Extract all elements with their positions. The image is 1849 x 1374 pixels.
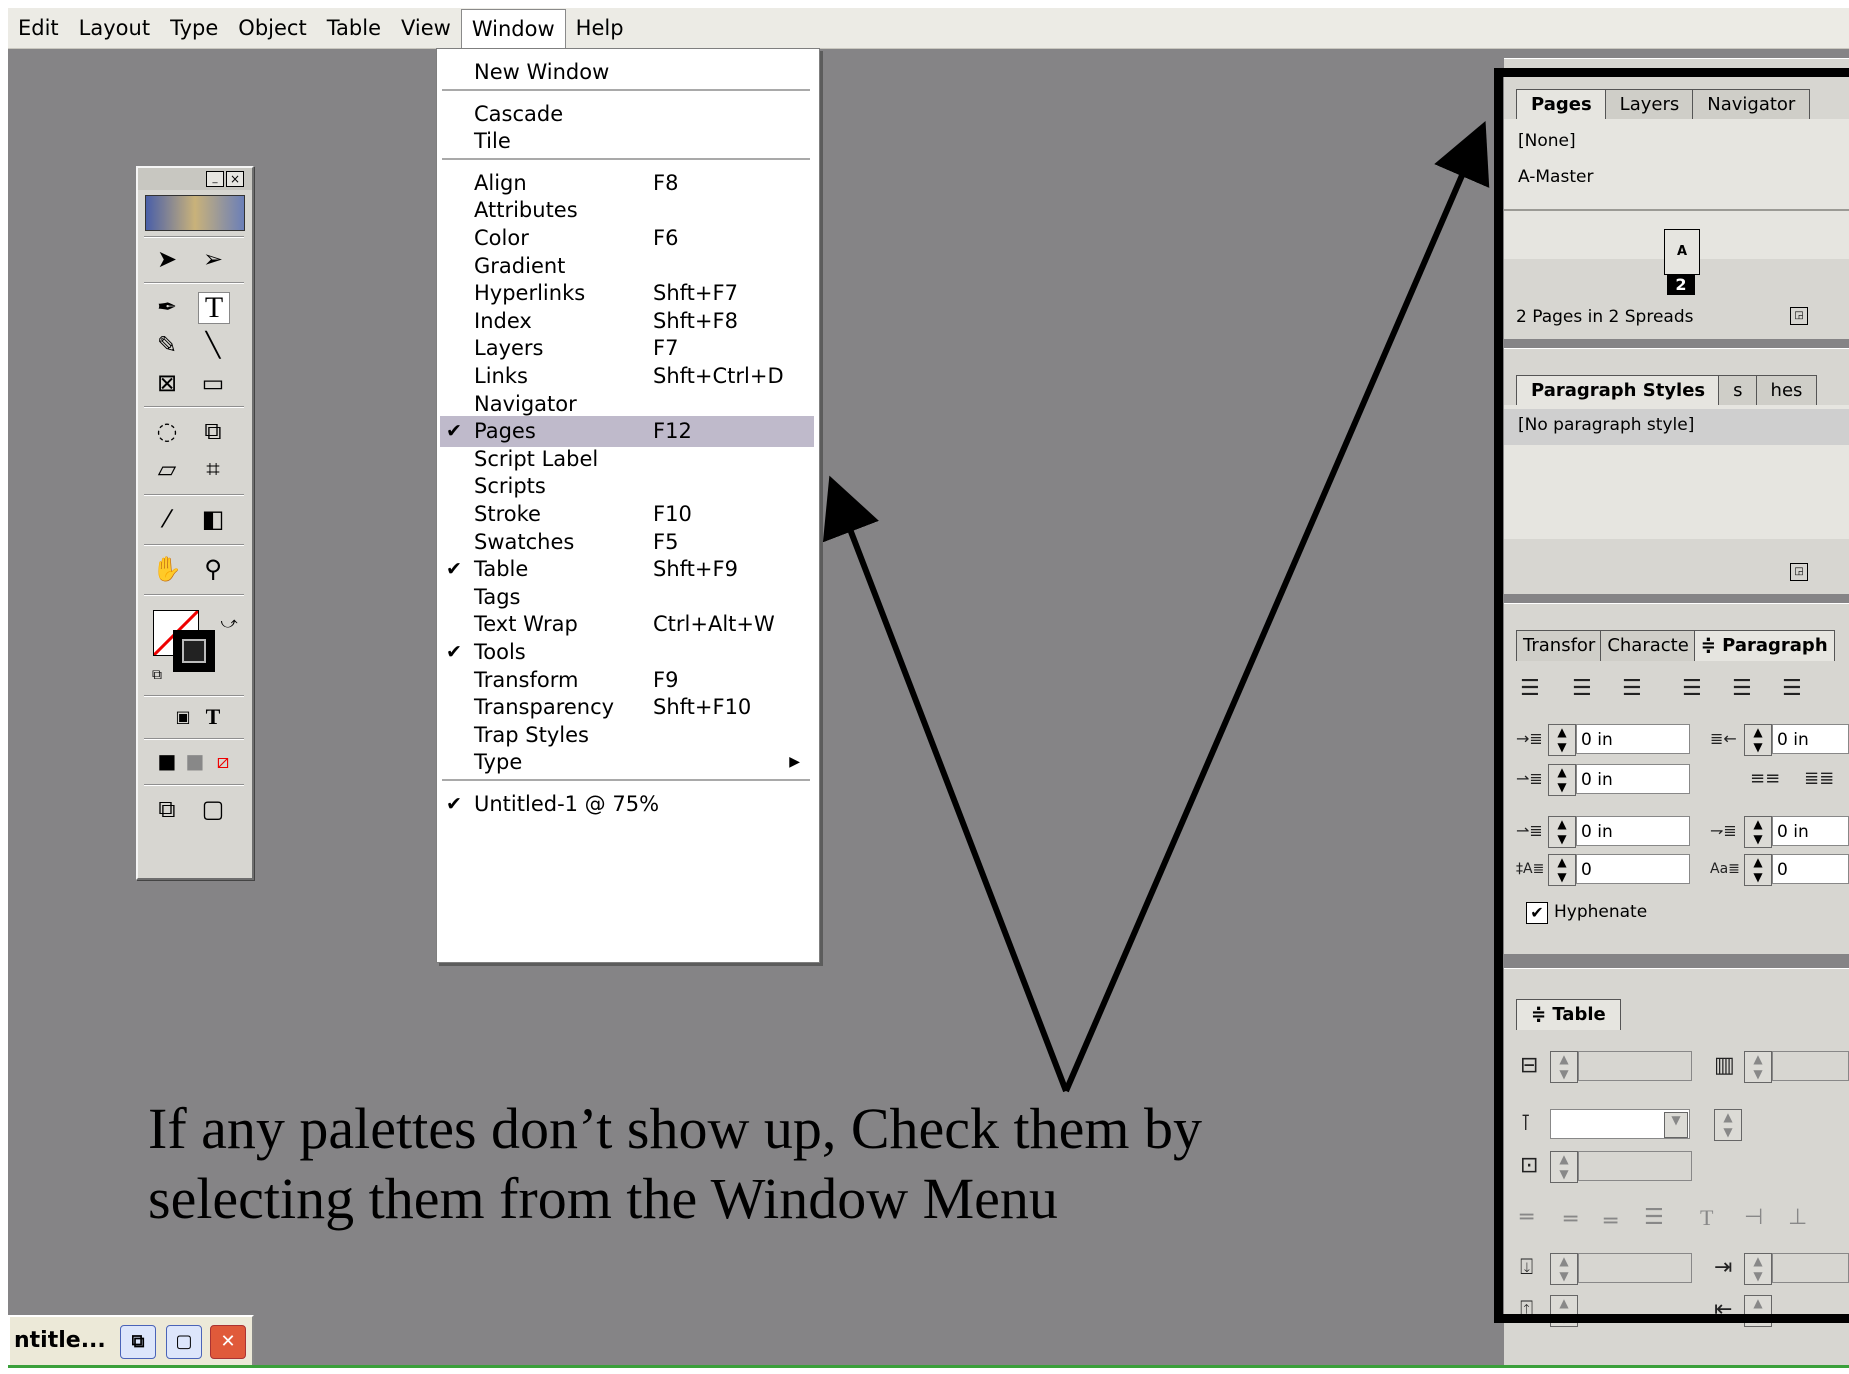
- arrow-to-palettes: [1063, 120, 1490, 1093]
- restore-icon[interactable]: ⧉: [120, 1325, 156, 1359]
- status-strip: [8, 1365, 1849, 1368]
- instruction-caption: If any palettes don’t show up, Check the…: [148, 1094, 1348, 1234]
- arrow-to-menu: [822, 475, 1069, 1093]
- caption-line-1: If any palettes don’t show up, Check the…: [148, 1096, 1202, 1161]
- maximize-icon[interactable]: ▢: [166, 1325, 202, 1359]
- document-title: ntitle...: [14, 1328, 106, 1353]
- close-window-icon[interactable]: ✕: [210, 1325, 246, 1359]
- minimized-document-window[interactable]: ntitle... ⧉ ▢ ✕: [8, 1315, 254, 1367]
- caption-line-2: selecting them from the Window Menu: [148, 1166, 1058, 1231]
- app-workspace: Edit Layout Type Object Table View Windo…: [8, 8, 1849, 1368]
